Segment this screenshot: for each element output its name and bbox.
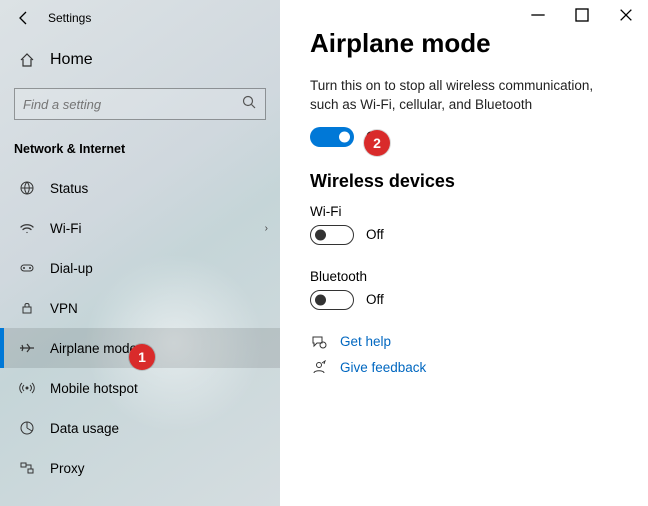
wifi-toggle-row: Off <box>310 225 618 245</box>
vpn-icon <box>18 300 36 316</box>
annotation-badge-1: 1 <box>129 344 155 370</box>
sidebar: Settings Home Network & Internet Status … <box>0 0 280 506</box>
get-help-link[interactable]: Get help <box>340 334 391 349</box>
bluetooth-toggle-label: Off <box>366 292 384 307</box>
page-title: Airplane mode <box>310 28 618 59</box>
window-title: Settings <box>48 11 91 25</box>
window-controls <box>516 0 648 30</box>
wifi-icon <box>18 220 36 236</box>
globe-icon <box>18 180 36 196</box>
titlebar: Settings <box>0 0 280 36</box>
sidebar-item-status[interactable]: Status <box>0 168 280 208</box>
wifi-toggle-label: Off <box>366 227 384 242</box>
sidebar-item-proxy[interactable]: Proxy <box>0 448 280 488</box>
arrow-left-icon <box>16 10 32 26</box>
annotation-badge-2: 2 <box>364 130 390 156</box>
sidebar-item-label: VPN <box>50 301 78 316</box>
back-button[interactable] <box>10 4 38 32</box>
data-icon <box>18 420 36 436</box>
airplane-toggle-row: On <box>310 127 618 147</box>
maximize-button[interactable] <box>560 0 604 30</box>
sidebar-item-wifi[interactable]: Wi-Fi › <box>0 208 280 248</box>
sidebar-item-label: Airplane mode <box>50 341 137 356</box>
search-icon <box>241 94 257 115</box>
sidebar-section-header: Network & Internet <box>0 128 280 168</box>
help-icon <box>310 334 328 350</box>
main-content: Airplane mode Turn this on to stop all w… <box>280 0 648 506</box>
bluetooth-toggle-row: Off <box>310 290 618 310</box>
wifi-label: Wi-Fi <box>310 204 618 219</box>
sidebar-item-label: Mobile hotspot <box>50 381 138 396</box>
hotspot-icon <box>18 380 36 396</box>
sidebar-item-label: Wi-Fi <box>50 221 81 236</box>
airplane-toggle[interactable] <box>310 127 354 147</box>
sidebar-item-label: Dial-up <box>50 261 93 276</box>
sidebar-item-label: Status <box>50 181 88 196</box>
dialup-icon <box>18 260 36 276</box>
sidebar-item-label: Data usage <box>50 421 119 436</box>
page-description: Turn this on to stop all wireless commun… <box>310 77 618 115</box>
feedback-icon <box>310 360 328 376</box>
wifi-toggle[interactable] <box>310 225 354 245</box>
search-box[interactable] <box>14 88 266 120</box>
sidebar-item-vpn[interactable]: VPN <box>0 288 280 328</box>
get-help-row: Get help <box>310 334 618 350</box>
wireless-heading: Wireless devices <box>310 171 618 192</box>
bluetooth-toggle[interactable] <box>310 290 354 310</box>
sidebar-item-datausage[interactable]: Data usage <box>0 408 280 448</box>
search-input[interactable] <box>23 97 241 112</box>
sidebar-item-dialup[interactable]: Dial-up <box>0 248 280 288</box>
home-icon <box>18 52 36 68</box>
sidebar-item-hotspot[interactable]: Mobile hotspot <box>0 368 280 408</box>
bluetooth-label: Bluetooth <box>310 269 618 284</box>
give-feedback-link[interactable]: Give feedback <box>340 360 426 375</box>
chevron-right-icon: › <box>265 223 268 234</box>
proxy-icon <box>18 460 36 476</box>
sidebar-home-label: Home <box>50 51 93 69</box>
close-button[interactable] <box>604 0 648 30</box>
minimize-button[interactable] <box>516 0 560 30</box>
sidebar-item-label: Proxy <box>50 461 85 476</box>
airplane-icon <box>18 340 36 356</box>
feedback-row: Give feedback <box>310 360 618 376</box>
sidebar-home[interactable]: Home <box>0 40 280 80</box>
